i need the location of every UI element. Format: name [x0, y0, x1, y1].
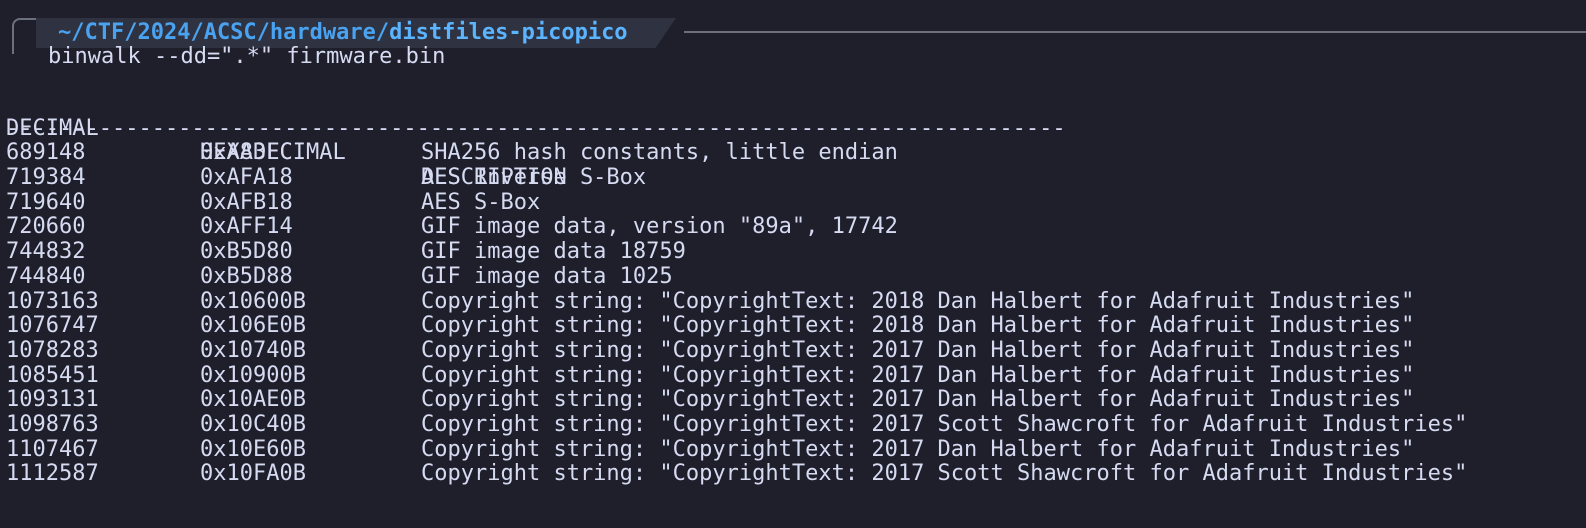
table-row: 1085451 0x10900B Copyright string: "Copyri… — [6, 362, 1414, 389]
table-row: 689148 0xA83FC SHA256 hash constants, litt… — [6, 141, 1066, 166]
cell-description: Copyright string: "CopyrightText: 2017 D… — [421, 436, 1415, 462]
cell-hexadecimal: 0x10AE0B — [200, 387, 306, 413]
cell-description: GIF image data 1025 — [421, 263, 673, 289]
binwalk-output: DECIMAL HEXADECIMAL DESCRIPTION --------… — [6, 92, 1467, 487]
prompt-rule — [684, 31, 1586, 33]
cell-description: Copyright string: "CopyrightText: 2017 D… — [421, 337, 1415, 363]
cell-description: AES Inverse S-Box — [421, 165, 647, 191]
cell-description: Copyright string: "CopyrightText: 2017 S… — [421, 411, 1468, 437]
header-decimal: DECIMAL — [6, 115, 99, 141]
cell-decimal: 744832 — [6, 239, 86, 265]
cell-description: AES S-Box — [421, 189, 541, 215]
table-row: 719384 0xAFA18 AES Inverse S-Box — [6, 165, 1066, 191]
cell-hexadecimal: 0xB5D88 — [200, 263, 293, 289]
table-row: 1073163 0x10600B Copyright string: "Copyri… — [6, 288, 1414, 315]
cell-description: Copyright string: "CopyrightText: 2017 D… — [421, 362, 1415, 388]
table-header: DECIMAL HEXADECIMAL DESCRIPTION — [6, 92, 1066, 190]
cell-description: Copyright string: "CopyrightText: 2017 S… — [421, 461, 1468, 487]
cell-decimal: 1078283 — [6, 337, 99, 363]
table-separator: ----------------------------------------… — [6, 115, 1066, 141]
cell-description: Copyright string: "CopyrightText: 2018 D… — [421, 288, 1415, 314]
table-row: 744840 0xB5D88 GIF image data 1025 — [6, 263, 1066, 290]
command-line[interactable]: binwalk --dd=".*" firmware.bin — [48, 42, 445, 72]
cell-hexadecimal: 0xAFF14 — [200, 214, 293, 240]
cell-description: Copyright string: "CopyrightText: 2018 D… — [421, 313, 1415, 339]
table-row: 1078283 0x10740B Copyright string: "Copyri… — [6, 337, 1414, 364]
cell-hexadecimal: 0x10900B — [200, 362, 306, 388]
table-row: 1076747 0x106E0B Copyright string: "Copyri… — [6, 313, 1414, 339]
cell-decimal: 1076747 — [6, 313, 99, 339]
cell-decimal: 719384 — [6, 165, 86, 191]
cell-description: GIF image data, version "89a", 17742 — [421, 214, 898, 240]
cell-hexadecimal: 0x10FA0B — [200, 461, 306, 487]
cell-decimal: 1085451 — [6, 362, 99, 388]
cell-decimal: 1073163 — [6, 288, 99, 314]
cell-hexadecimal: 0xAFA18 — [200, 165, 293, 191]
cell-hexadecimal: 0xB5D80 — [200, 239, 293, 265]
table-row: 1107467 0x10E60B Copyright string: "Copyri… — [6, 436, 1414, 463]
table-row: 744832 0xB5D80 GIF image data 18759 — [6, 239, 1066, 265]
cell-hexadecimal: 0x10600B — [200, 288, 306, 314]
table-row: 720660 0xAFF14 GIF image data, version "89… — [6, 215, 1066, 240]
cell-hexadecimal: 0xA83FC — [200, 140, 293, 166]
table-row: 719640 0xAFB18 AES S-Box — [6, 189, 1066, 216]
table-row: 1112587 0x10FA0B Copyright string: "Copyri… — [6, 461, 1467, 487]
cell-hexadecimal: 0x106E0B — [200, 313, 306, 339]
cell-hexadecimal: 0x10C40B — [200, 411, 306, 437]
cell-hexadecimal: 0x10740B — [200, 337, 306, 363]
cell-decimal: 689148 — [6, 140, 86, 166]
cell-hexadecimal: 0xAFB18 — [200, 189, 293, 215]
cell-decimal: 1107467 — [6, 436, 99, 462]
cell-decimal: 1112587 — [6, 461, 99, 487]
table-row: 1093131 0x10AE0B Copyright string: "Copyri… — [6, 387, 1414, 413]
cell-decimal: 1093131 — [6, 387, 99, 413]
cell-description: SHA256 hash constants, little endian — [421, 140, 898, 166]
cell-hexadecimal: 0x10E60B — [200, 436, 306, 462]
cell-decimal: 720660 — [6, 214, 86, 240]
cell-decimal: 744840 — [6, 263, 86, 289]
cell-decimal: 719640 — [6, 189, 86, 215]
cell-decimal: 1098763 — [6, 411, 99, 437]
table-row: 1098763 0x10C40B Copyright string: "Copyri… — [6, 411, 1467, 438]
cell-description: GIF image data 18759 — [421, 239, 686, 265]
table-body: 689148 0xA83FC SHA256 hash constants, litt… — [6, 141, 1467, 487]
cell-description: Copyright string: "CopyrightText: 2017 D… — [421, 387, 1415, 413]
